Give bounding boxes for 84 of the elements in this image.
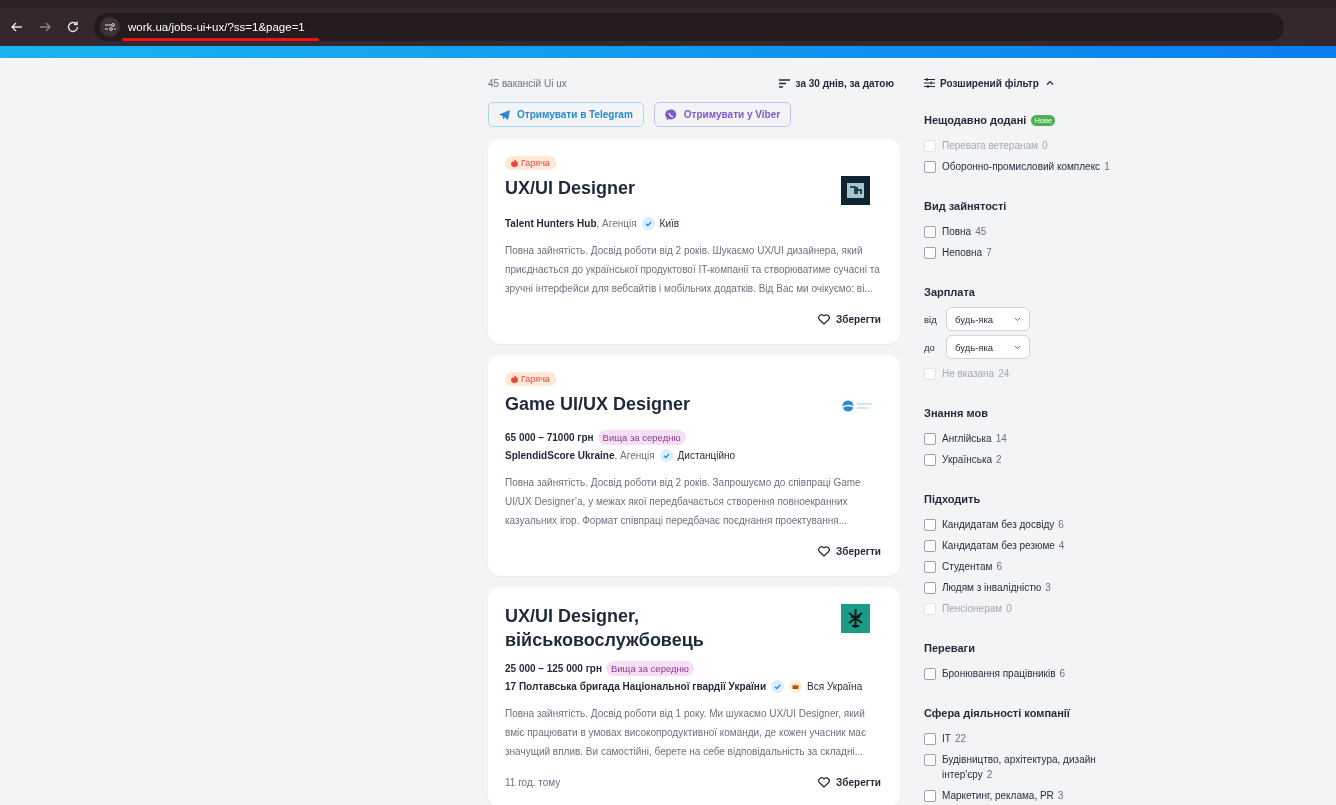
advanced-filter-toggle[interactable]: Розширений фільтр	[924, 76, 1054, 90]
salary-select[interactable]: будь-яка	[946, 307, 1030, 331]
chevron-down-icon	[1014, 344, 1021, 350]
checkbox[interactable]	[924, 581, 936, 594]
filter-option[interactable]: Кандидатам без резюме 4	[942, 538, 1065, 553]
hot-badge: Гаряча	[505, 372, 556, 386]
checkbox[interactable]	[924, 789, 936, 802]
subscribe-button[interactable]: Отримувати у Viber	[653, 102, 792, 127]
salary-badge: Вища за середню	[605, 661, 694, 676]
forward-icon[interactable]	[38, 20, 52, 34]
results-count: 45 вакансій Ui ux	[488, 77, 567, 89]
hot-badge: Гаряча	[505, 156, 556, 170]
section-title: Підходить	[924, 493, 981, 505]
job-title[interactable]: UX/UI Designer, військовослужбовець	[505, 604, 805, 652]
save-button[interactable]: Зберегти	[818, 546, 881, 557]
job-card[interactable]	[488, 355, 900, 576]
sliders-icon	[924, 78, 935, 88]
range-label: від	[924, 313, 938, 325]
sort-icon	[778, 78, 790, 88]
job-location: Київ	[659, 218, 680, 229]
salary-select[interactable]: будь-яка	[946, 335, 1030, 359]
checkbox[interactable]	[924, 225, 936, 238]
job-description: Повна зайнятість. Досвід роботи від 2 років. Запрошуємо до співпраці Game UI/UX Designer’a, у межах якої передбачається створення повноекранних казуальних ігор. Формат співпраці передбачає поєднання проектування...	[505, 476, 862, 528]
paper-plane-icon	[499, 109, 510, 120]
filter-option[interactable]: Маркетинг, реклама, PR 3	[942, 788, 1064, 803]
filter-option[interactable]: Неповна 7	[942, 245, 992, 260]
company-name: 17 Полтавська бригада Національної гвардії України	[505, 681, 767, 692]
filter-option[interactable]: Повна 45	[942, 224, 987, 239]
filter-option[interactable]: IT 22	[942, 731, 966, 746]
save-button[interactable]: Зберегти	[818, 777, 881, 788]
checkbox[interactable]	[924, 432, 936, 445]
checkbox[interactable]	[924, 160, 936, 173]
job-location: Дистанційно	[677, 450, 736, 461]
salary: 65 000 – 71000 грн	[505, 432, 594, 443]
filter-option[interactable]: Будівництво, архітектура, дизайн інтер'єру 2	[942, 752, 1124, 782]
filter-option[interactable]: Кандидатам без досвіду 6	[942, 517, 1064, 532]
checkbox[interactable]	[924, 667, 936, 680]
salary-badge: Вища за середню	[597, 430, 686, 445]
filter-option[interactable]: Оборонно-промисловий комплекс 1	[942, 159, 1110, 174]
section-title: Сфера діяльності компанії	[924, 707, 1070, 719]
checkbox[interactable]	[924, 560, 936, 573]
job-title[interactable]: Game UI/UX Designer	[505, 392, 691, 416]
heart-icon	[818, 777, 831, 788]
job-card[interactable]	[488, 139, 900, 344]
section-title: Знання мов	[924, 407, 988, 419]
filter-option[interactable]: Українська 2	[942, 452, 1002, 467]
job-description: Повна зайнятість. Досвід роботи від 1 року. Ми шукаємо UX/UI Designer, який вміє працювати в умовах високопродуктивної команди, де кожен учасник має значущий вплив. Ви самостійні, берете на себе відповідальність за складні...	[505, 707, 867, 759]
section-title: Вид зайнятості	[924, 200, 1007, 212]
checkbox[interactable]	[924, 732, 936, 745]
posted-time: 11 год. тому	[505, 777, 561, 788]
company-name: Talent Hunters Hub, Агенція	[505, 218, 637, 229]
save-button[interactable]: Зберегти	[818, 314, 881, 325]
checkbox[interactable]	[924, 518, 936, 531]
company-name: SplendidScore Ukraine, Агенція	[505, 450, 655, 461]
filter-option[interactable]: Людям з інвалідністю 3	[942, 580, 1051, 595]
chevron-icon	[1045, 80, 1054, 86]
section-title: Переваги	[924, 642, 975, 654]
phone-bubble-icon	[664, 108, 677, 121]
checkbox[interactable]	[924, 246, 936, 259]
heart-icon	[818, 546, 831, 557]
company-logo	[841, 604, 870, 633]
job-card[interactable]	[488, 587, 900, 805]
section-title: Зарплата	[924, 286, 975, 298]
checkbox[interactable]	[924, 539, 936, 552]
site-settings-icon[interactable]	[100, 17, 120, 37]
job-description: Повна зайнятість. Досвід роботи від 2 років. Шукаємо UX/UI дизайнера, який приєднається до української продуктової IT-компанії та створюватиме сучасні та зручні інтерфейси для вебсайтів і мобільних додатків. Від Вас ми очікуємо: ві...	[505, 244, 881, 296]
job-title[interactable]: UX/UI Designer	[505, 176, 636, 200]
checkbox[interactable]	[924, 753, 936, 766]
chevron-down-icon	[1014, 316, 1021, 322]
filter-option[interactable]: Бронювання працівників 6	[942, 666, 1066, 681]
reload-icon[interactable]	[66, 20, 80, 34]
heart-icon	[818, 314, 831, 325]
address-bar[interactable]: work.ua/jobs-ui+ux/?ss=1&page=1	[94, 13, 1284, 41]
range-label: до	[924, 341, 936, 353]
filter-option[interactable]: Студентам 6	[942, 559, 1002, 574]
url-text: work.ua/jobs-ui+ux/?ss=1&page=1	[128, 20, 305, 34]
checkbox[interactable]	[924, 453, 936, 466]
salary: 25 000 – 125 000 грн	[505, 663, 602, 674]
filter-option[interactable]: Англійська 14	[942, 431, 1007, 446]
job-location: Вся Україна	[807, 681, 863, 692]
company-logo	[841, 176, 870, 205]
sort-button[interactable]: за 30 днів, за датою	[778, 77, 894, 89]
back-icon[interactable]	[10, 20, 24, 34]
section-title: Нещодавно додані	[924, 114, 1027, 126]
